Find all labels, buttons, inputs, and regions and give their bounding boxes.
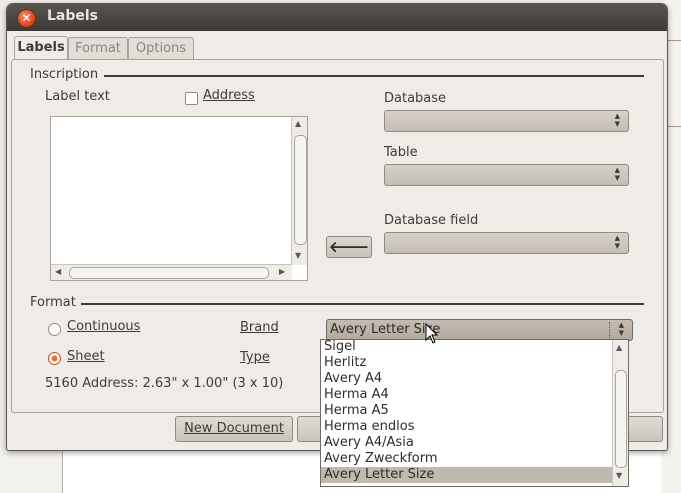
spin-icon: ▲ ▼	[614, 112, 620, 128]
format-divider	[81, 303, 644, 305]
sheet-radio[interactable]	[48, 352, 61, 365]
scroll-up-icon[interactable]: ▲	[295, 119, 301, 128]
address-label[interactable]: Address	[203, 88, 255, 103]
brand-option[interactable]: Herma A4	[324, 387, 389, 403]
dropdown-scrollbar[interactable]: ▲ ▼	[612, 340, 628, 486]
label-text-vscrollbar[interactable]: ▲ ▼	[291, 117, 307, 265]
brand-option[interactable]: Avery A4/Asia	[324, 435, 414, 451]
scroll-up-icon[interactable]: ▲	[616, 343, 622, 352]
tab-options[interactable]: Options	[128, 37, 194, 60]
table-combo[interactable]: ▲ ▼	[384, 164, 629, 186]
label-text-hscrollbar[interactable]: ◀ ▶	[51, 264, 292, 280]
brand-label: Brand	[240, 320, 279, 335]
dialog-title: Labels	[47, 8, 99, 24]
brand-option[interactable]: Sigel	[324, 340, 356, 355]
continuous-radio[interactable]	[48, 323, 61, 336]
dropdown-scroll-thumb[interactable]	[615, 370, 627, 468]
scroll-down-icon[interactable]: ▼	[616, 471, 622, 480]
mouse-pointer-icon	[425, 323, 439, 344]
background-divider	[62, 448, 63, 493]
format-heading: Format	[30, 295, 76, 310]
combo-separator	[609, 322, 611, 338]
brand-option[interactable]: Herma endlos	[324, 419, 414, 435]
label-text-label: Label text	[45, 89, 110, 104]
brand-option-selected[interactable]: Avery Letter Size	[321, 467, 614, 483]
background-ruler-line	[668, 126, 681, 127]
brand-option[interactable]: Herlitz	[324, 355, 366, 371]
database-field-combo[interactable]: ▲ ▼	[384, 232, 629, 254]
spin-icon: ▲ ▼	[618, 321, 624, 337]
vscroll-thumb[interactable]	[294, 135, 307, 245]
continuous-label[interactable]: Continuous	[67, 319, 140, 334]
brand-option[interactable]: Avery A4	[324, 371, 382, 387]
inscription-divider	[104, 75, 644, 77]
scroll-right-icon[interactable]: ▶	[279, 267, 285, 276]
database-combo[interactable]: ▲ ▼	[384, 110, 629, 132]
background-margin	[0, 448, 62, 493]
tab-format[interactable]: Format	[68, 37, 128, 60]
brand-combo[interactable]: Avery Letter Size ▲ ▼	[326, 319, 633, 341]
brand-value: Avery Letter Size	[330, 322, 441, 337]
type-label: Type	[240, 350, 270, 365]
inscription-heading: Inscription	[30, 67, 99, 82]
new-document-button[interactable]: New Document	[175, 416, 293, 442]
format-info: 5160 Address: 2.63" x 1.00" (3 x 10)	[45, 376, 284, 391]
table-label: Table	[384, 145, 418, 160]
tab-labels[interactable]: Labels	[14, 36, 68, 61]
brand-option[interactable]: Herma A5	[324, 403, 389, 419]
spin-icon: ▲ ▼	[614, 166, 620, 182]
address-checkbox[interactable]	[185, 92, 198, 105]
brand-option[interactable]: Avery Zweckform	[324, 451, 438, 467]
spin-icon: ▲ ▼	[614, 234, 620, 250]
scroll-left-icon[interactable]: ◀	[55, 267, 61, 276]
hscroll-thumb[interactable]	[69, 267, 269, 279]
label-text-area[interactable]: ▲ ▼ ◀ ▶	[50, 116, 308, 281]
background-toolbar-line	[668, 40, 681, 41]
scroll-down-icon[interactable]: ▼	[295, 251, 301, 260]
sheet-label[interactable]: Sheet	[67, 349, 105, 364]
database-field-label: Database field	[384, 213, 479, 228]
titlebar: ✕ Labels	[7, 4, 667, 31]
database-label: Database	[384, 91, 447, 106]
brand-dropdown-list[interactable]: Sigel Herlitz Avery A4 Herma A4 Herma A5…	[320, 339, 629, 487]
new-document-label: New Document	[184, 421, 284, 436]
insert-field-button[interactable]: 🡐	[326, 236, 372, 258]
arrow-left-icon: 🡐	[328, 238, 370, 256]
close-icon[interactable]: ✕	[17, 9, 36, 28]
